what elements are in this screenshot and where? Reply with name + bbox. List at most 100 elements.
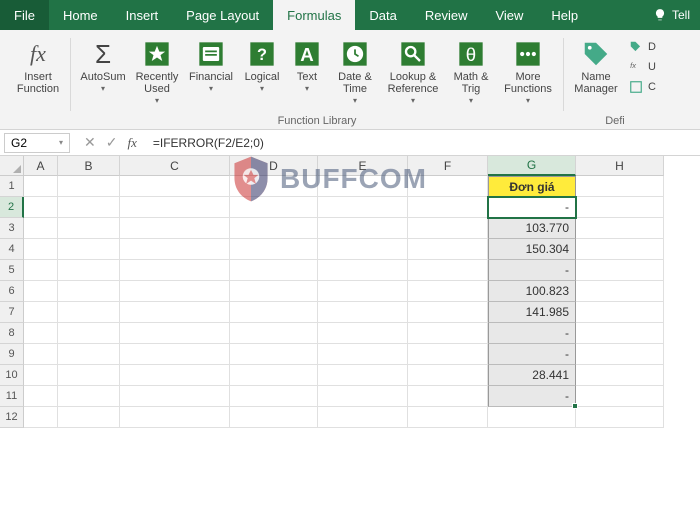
- column-header[interactable]: C: [120, 156, 230, 176]
- cell[interactable]: [318, 197, 408, 218]
- cell[interactable]: [24, 197, 58, 218]
- cell[interactable]: [576, 302, 664, 323]
- tab-insert[interactable]: Insert: [112, 0, 173, 30]
- cell[interactable]: [24, 407, 58, 428]
- cell[interactable]: [408, 239, 488, 260]
- cell[interactable]: [120, 239, 230, 260]
- tab-formulas[interactable]: Formulas: [273, 0, 355, 30]
- cell[interactable]: 103.770: [488, 218, 576, 239]
- cell[interactable]: [576, 323, 664, 344]
- cell[interactable]: [58, 176, 120, 197]
- cell[interactable]: [24, 386, 58, 407]
- cell[interactable]: [24, 260, 58, 281]
- cell[interactable]: [408, 281, 488, 302]
- cell[interactable]: [318, 218, 408, 239]
- cell[interactable]: [408, 323, 488, 344]
- recently-used-button[interactable]: Recently Used ▾: [131, 34, 183, 108]
- fx-icon[interactable]: fx: [127, 135, 136, 151]
- cell[interactable]: [230, 197, 318, 218]
- row-header[interactable]: 1: [0, 176, 24, 197]
- cell[interactable]: [318, 302, 408, 323]
- cell[interactable]: [24, 323, 58, 344]
- use-in-formula-button[interactable]: fx U: [624, 58, 660, 76]
- cell[interactable]: [408, 176, 488, 197]
- row-header[interactable]: 10: [0, 365, 24, 386]
- cell[interactable]: [318, 281, 408, 302]
- column-header[interactable]: E: [318, 156, 408, 176]
- cell[interactable]: [408, 365, 488, 386]
- row-header[interactable]: 3: [0, 218, 24, 239]
- cell[interactable]: [576, 176, 664, 197]
- cell[interactable]: [120, 386, 230, 407]
- cell[interactable]: [24, 176, 58, 197]
- cell[interactable]: [120, 302, 230, 323]
- cell[interactable]: -: [488, 197, 576, 218]
- cell[interactable]: [230, 365, 318, 386]
- column-header[interactable]: D: [230, 156, 318, 176]
- enter-formula-button[interactable]: ✓: [106, 134, 118, 151]
- cell[interactable]: [230, 239, 318, 260]
- cell[interactable]: [58, 281, 120, 302]
- cell[interactable]: [488, 407, 576, 428]
- cell[interactable]: -: [488, 323, 576, 344]
- cell[interactable]: -: [488, 344, 576, 365]
- cell[interactable]: [408, 197, 488, 218]
- cell[interactable]: [120, 281, 230, 302]
- cell[interactable]: [408, 344, 488, 365]
- tab-data[interactable]: Data: [355, 0, 410, 30]
- cell[interactable]: [408, 260, 488, 281]
- cell[interactable]: [408, 218, 488, 239]
- cells-area[interactable]: Đơn giá-103.770150.304-100.823141.985--2…: [24, 176, 664, 428]
- text-button[interactable]: A Text ▾: [287, 34, 327, 108]
- cell[interactable]: [230, 386, 318, 407]
- autosum-button[interactable]: Σ AutoSum ▾: [77, 34, 129, 108]
- cell[interactable]: [24, 239, 58, 260]
- cell[interactable]: [58, 386, 120, 407]
- tab-home[interactable]: Home: [49, 0, 112, 30]
- row-header[interactable]: 6: [0, 281, 24, 302]
- column-header[interactable]: F: [408, 156, 488, 176]
- cell[interactable]: [24, 218, 58, 239]
- math-trig-button[interactable]: θ Math & Trig ▾: [445, 34, 497, 108]
- cell[interactable]: [230, 323, 318, 344]
- tab-review[interactable]: Review: [411, 0, 482, 30]
- cell[interactable]: [120, 407, 230, 428]
- cell[interactable]: [318, 323, 408, 344]
- define-name-button[interactable]: D: [624, 38, 660, 56]
- column-header[interactable]: B: [58, 156, 120, 176]
- tell-me[interactable]: Tell: [643, 0, 700, 30]
- cell[interactable]: [230, 344, 318, 365]
- cell[interactable]: [120, 218, 230, 239]
- cell[interactable]: [576, 386, 664, 407]
- cell[interactable]: [318, 176, 408, 197]
- cell[interactable]: [230, 176, 318, 197]
- cell[interactable]: [230, 218, 318, 239]
- cell[interactable]: [120, 260, 230, 281]
- cell[interactable]: [576, 365, 664, 386]
- cell[interactable]: [58, 260, 120, 281]
- cell[interactable]: [318, 386, 408, 407]
- cell[interactable]: [576, 260, 664, 281]
- cell[interactable]: [120, 344, 230, 365]
- insert-function-button[interactable]: fx Insert Function: [12, 34, 64, 98]
- row-header[interactable]: 7: [0, 302, 24, 323]
- cell[interactable]: [24, 302, 58, 323]
- tab-file[interactable]: File: [0, 0, 49, 30]
- cell[interactable]: [58, 197, 120, 218]
- cell[interactable]: [120, 176, 230, 197]
- cell[interactable]: -: [488, 260, 576, 281]
- name-manager-button[interactable]: Name Manager: [570, 34, 622, 98]
- cell[interactable]: [408, 407, 488, 428]
- fill-handle[interactable]: [572, 403, 578, 409]
- tab-help[interactable]: Help: [537, 0, 592, 30]
- cell[interactable]: [58, 344, 120, 365]
- column-header[interactable]: A: [24, 156, 58, 176]
- cell[interactable]: [230, 302, 318, 323]
- tab-view[interactable]: View: [481, 0, 537, 30]
- cell[interactable]: [58, 407, 120, 428]
- cell[interactable]: [408, 302, 488, 323]
- cell[interactable]: [24, 365, 58, 386]
- cell[interactable]: 100.823: [488, 281, 576, 302]
- cell[interactable]: [120, 197, 230, 218]
- cell[interactable]: [230, 407, 318, 428]
